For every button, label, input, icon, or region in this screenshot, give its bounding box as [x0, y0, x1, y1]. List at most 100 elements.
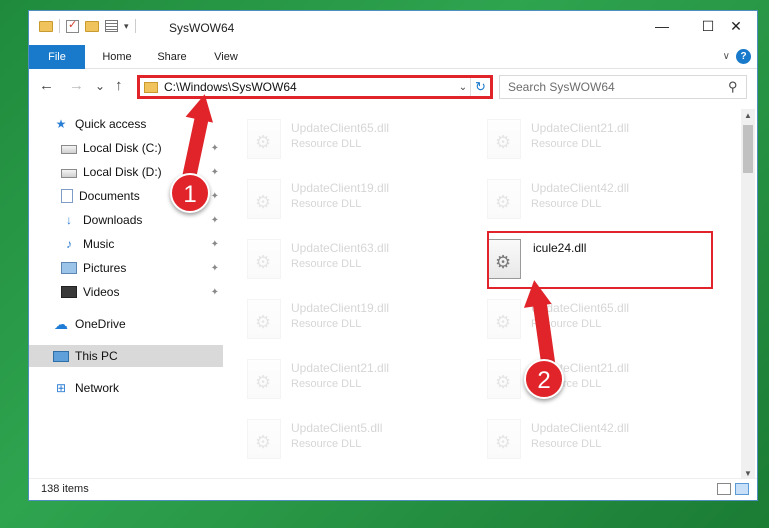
- up-button[interactable]: ↑: [115, 77, 123, 94]
- pin-icon[interactable]: ✦: [211, 143, 219, 154]
- expand-ribbon-icon[interactable]: ∨: [723, 51, 730, 62]
- drive-icon: [61, 145, 77, 154]
- arrow-head-1: [185, 91, 219, 123]
- close-button[interactable]: ✕: [713, 11, 757, 41]
- ribbon-tabs: File Home Share View ∨ ?: [29, 45, 757, 69]
- sidebar-item-pictures[interactable]: Pictures ✦: [29, 257, 223, 279]
- tab-file[interactable]: File: [29, 45, 85, 69]
- pin-icon[interactable]: ✦: [211, 263, 219, 274]
- address-path[interactable]: C:\Windows\SysWOW64: [164, 80, 456, 94]
- sidebar-item-network[interactable]: ⊞ Network: [29, 377, 223, 399]
- large-icons-view-icon[interactable]: [735, 483, 749, 495]
- sidebar-item-videos[interactable]: Videos ✦: [29, 281, 223, 303]
- properties-check-icon[interactable]: [66, 18, 79, 33]
- arrow-head-2: [520, 278, 552, 308]
- step-badge-2: 2: [524, 359, 564, 399]
- item-count: 138 items: [41, 483, 89, 495]
- minimize-button[interactable]: —: [639, 11, 685, 41]
- list-item[interactable]: ⚙ UpdateClient21.dll Resource DLL: [487, 353, 717, 405]
- sidebar-item-label: Videos: [83, 285, 120, 299]
- status-bar: 138 items: [29, 478, 757, 500]
- search-box[interactable]: ⚲: [499, 75, 747, 99]
- highlight-box: [487, 231, 713, 289]
- search-input[interactable]: [508, 80, 728, 94]
- pin-icon[interactable]: ✦: [211, 287, 219, 298]
- vertical-scrollbar[interactable]: ▲ ▼: [741, 109, 755, 481]
- sidebar-item-label: This PC: [75, 349, 118, 363]
- sidebar-item-label: Local Disk (D:): [83, 165, 162, 179]
- recent-locations-button[interactable]: ⌄: [95, 79, 105, 93]
- documents-icon: [61, 189, 73, 203]
- view-buttons: [717, 483, 749, 495]
- network-icon: ⊞: [55, 381, 67, 395]
- list-item[interactable]: ⚙ UpdateClient21.dll Resource DLL: [247, 353, 477, 405]
- list-item[interactable]: ⚙ UpdateClient42.dll Resource DLL: [487, 173, 717, 225]
- download-icon: ↓: [66, 213, 72, 227]
- folder-icon[interactable]: [39, 20, 53, 32]
- dll-file-icon: ⚙: [247, 119, 281, 159]
- sidebar-item-label: Local Disk (C:): [83, 141, 162, 155]
- drive-icon: [61, 169, 77, 178]
- back-button[interactable]: ←: [39, 77, 54, 94]
- pin-icon[interactable]: ✦: [211, 191, 219, 202]
- dll-file-icon: ⚙: [247, 359, 281, 399]
- pc-icon: [53, 350, 69, 362]
- list-item[interactable]: ⚙ UpdateClient65.dll Resource DLL: [487, 293, 717, 345]
- pin-icon[interactable]: ✦: [211, 215, 219, 226]
- chevron-down-icon[interactable]: ⌄: [456, 82, 470, 93]
- pin-icon[interactable]: ✦: [211, 239, 219, 250]
- forward-button[interactable]: →: [69, 77, 84, 94]
- sidebar-item-label: Downloads: [83, 213, 143, 227]
- chevron-down-icon[interactable]: ▾: [124, 21, 129, 32]
- help-icon[interactable]: ?: [736, 49, 751, 64]
- dll-file-icon: ⚙: [487, 359, 521, 399]
- music-icon: ♪: [66, 237, 72, 251]
- ribbon-right: ∨ ?: [723, 49, 751, 64]
- customize-icon[interactable]: [105, 20, 118, 32]
- step-badge-1: 1: [170, 173, 210, 213]
- tab-home[interactable]: Home: [91, 45, 143, 69]
- sidebar-item-label: Network: [75, 381, 120, 395]
- dll-file-icon: ⚙: [487, 179, 521, 219]
- file-list: ⚙ UpdateClient65.dll Resource DLL ⚙ Updat…: [225, 109, 739, 469]
- search-icon[interactable]: ⚲: [728, 79, 746, 95]
- sidebar-item-onedrive[interactable]: ☁ OneDrive: [29, 313, 223, 335]
- explorer-window: ▾ SysWOW64 — ☐ ✕ File Home Share View ∨ …: [28, 10, 758, 501]
- separator: [134, 19, 136, 33]
- dll-file-icon: ⚙: [487, 119, 521, 159]
- videos-icon: [61, 286, 77, 298]
- list-item[interactable]: ⚙ UpdateClient19.dll Resource DLL: [247, 293, 477, 345]
- sidebar-item-label: OneDrive: [75, 317, 126, 331]
- pictures-icon: [61, 262, 77, 274]
- tab-view[interactable]: View: [201, 45, 251, 69]
- sidebar-item-label: Music: [83, 237, 115, 251]
- sidebar-item-this-pc[interactable]: This PC: [29, 345, 223, 367]
- list-item[interactable]: ⚙ UpdateClient65.dll Resource DLL: [247, 113, 477, 165]
- sidebar-item-label: Quick access: [75, 117, 147, 131]
- list-item[interactable]: ⚙ UpdateClient5.dll Resource DLL: [247, 413, 477, 465]
- quick-access-toolbar: ▾: [39, 18, 136, 33]
- new-folder-icon[interactable]: [85, 20, 99, 32]
- list-item[interactable]: ⚙ UpdateClient63.dll Resource DLL: [247, 233, 477, 285]
- dll-file-icon: ⚙: [487, 299, 521, 339]
- scroll-thumb[interactable]: [743, 125, 753, 173]
- dll-file-icon: ⚙: [487, 419, 521, 459]
- separator: [59, 19, 60, 33]
- list-item[interactable]: ⚙ UpdateClient21.dll Resource DLL: [487, 113, 717, 165]
- pin-icon[interactable]: ✦: [211, 167, 219, 178]
- list-item[interactable]: ⚙ UpdateClient42.dll Resource DLL: [487, 413, 717, 465]
- star-icon: ★: [55, 117, 67, 131]
- tab-share[interactable]: Share: [147, 45, 197, 69]
- list-item[interactable]: ⚙ UpdateClient19.dll Resource DLL: [247, 173, 477, 225]
- dll-file-icon: ⚙: [247, 299, 281, 339]
- refresh-button[interactable]: ↻: [470, 78, 490, 96]
- dll-file-icon: ⚙: [247, 179, 281, 219]
- onedrive-icon: ☁: [54, 316, 68, 332]
- sidebar-item-music[interactable]: ♪ Music ✦: [29, 233, 223, 255]
- details-view-icon[interactable]: [717, 483, 731, 495]
- scroll-up-icon[interactable]: ▲: [741, 109, 755, 123]
- sidebar-item-label: Pictures: [83, 261, 127, 275]
- dll-file-icon: ⚙: [247, 239, 281, 279]
- sidebar-item-label: Documents: [79, 189, 140, 203]
- title-bar: ▾ SysWOW64 — ☐ ✕: [29, 11, 757, 45]
